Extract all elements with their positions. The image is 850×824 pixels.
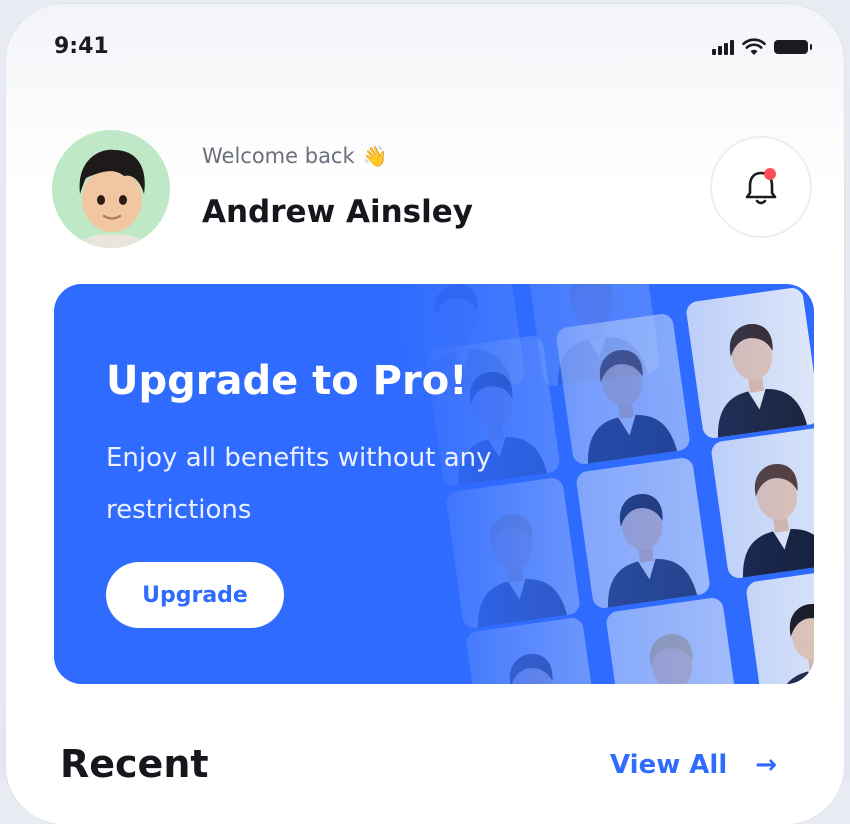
- status-time: 9:41: [54, 34, 109, 59]
- recent-section-title: Recent: [60, 742, 209, 786]
- user-name: Andrew Ainsley: [202, 194, 473, 230]
- wifi-icon: [742, 38, 766, 55]
- notification-button[interactable]: [710, 136, 812, 238]
- upgrade-button[interactable]: Upgrade: [106, 562, 284, 628]
- status-icons: [712, 38, 812, 56]
- notification-dot: [764, 168, 776, 180]
- wave-hand-icon: 👋: [362, 144, 388, 168]
- arrow-right-icon: →: [755, 750, 778, 780]
- banner-title: Upgrade to Pro!: [106, 358, 468, 404]
- avatar[interactable]: [52, 130, 170, 248]
- view-all-label: View All: [610, 750, 728, 780]
- greeting-text: Welcome back: [202, 144, 355, 168]
- bell-icon: [745, 168, 777, 205]
- battery-icon: [774, 40, 812, 54]
- phone-screen: 9:41 Welcome back 👋 Andrew Ainsley Upgra…: [6, 4, 844, 824]
- signal-icon: [712, 39, 734, 55]
- banner-subtitle: Enjoy all benefits without any restricti…: [106, 443, 492, 525]
- view-all-link[interactable]: View All →: [610, 750, 777, 780]
- upgrade-banner: Upgrade to Pro! Enjoy all benefits witho…: [54, 284, 814, 684]
- greeting: Welcome back 👋: [202, 144, 388, 168]
